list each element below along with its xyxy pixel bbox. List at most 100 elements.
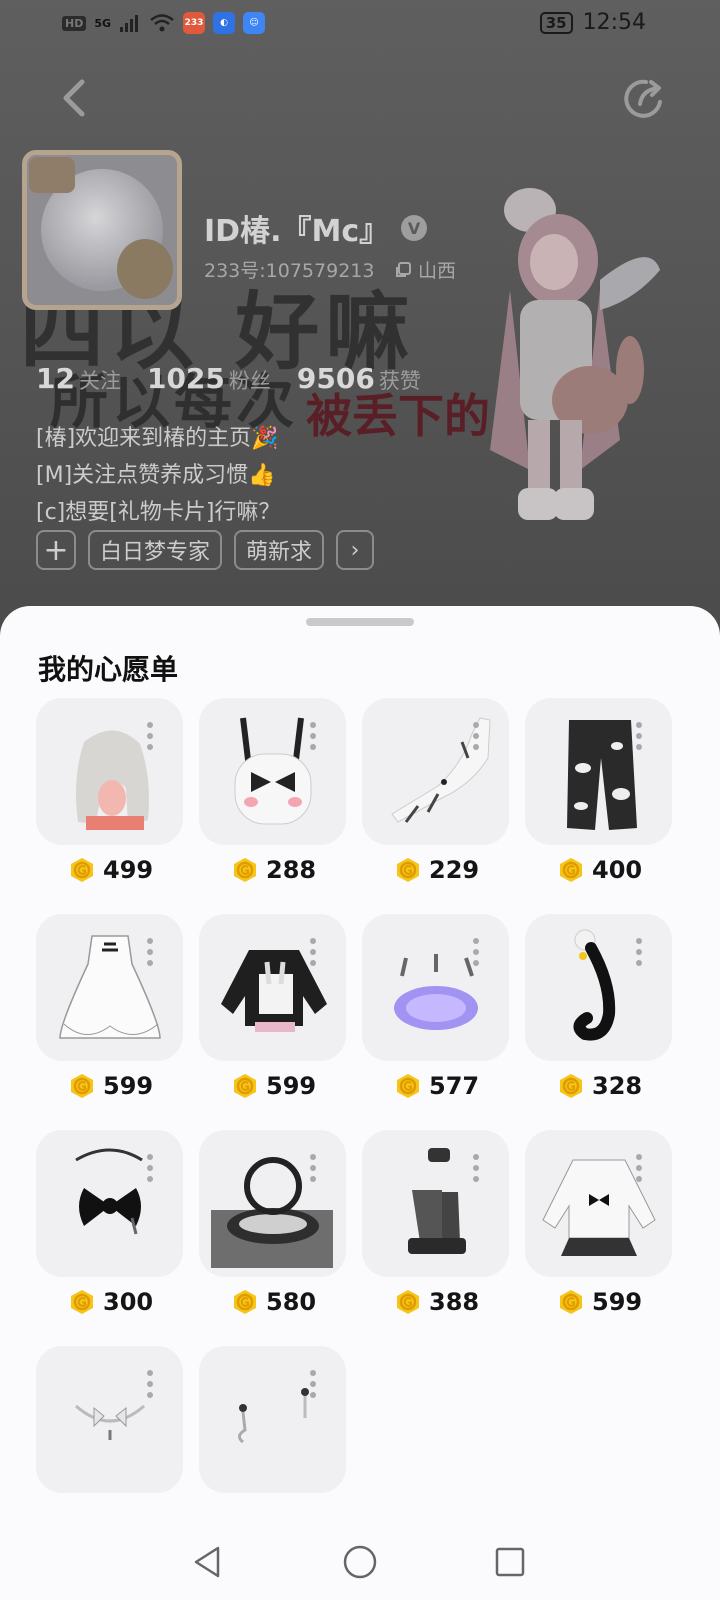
more-options-icon[interactable] <box>310 1370 318 1400</box>
bio: [椿]欢迎来到椿的主页🎉 [M]关注点赞养成习惯👍 [c]想要[礼物卡片]行嘛？ <box>36 420 280 531</box>
avatar-frame-sticker <box>117 239 173 299</box>
g-coin-icon <box>234 1074 256 1098</box>
nav-recents-icon[interactable] <box>494 1546 526 1578</box>
wishlist-item[interactable]: 580 <box>199 1130 346 1316</box>
more-options-icon[interactable] <box>310 722 318 752</box>
following-count[interactable]: 12 <box>36 362 75 395</box>
price-value: 229 <box>429 856 480 884</box>
wishlist-item-thumbnail[interactable] <box>525 698 672 845</box>
more-options-icon[interactable] <box>473 722 481 752</box>
more-options-icon[interactable] <box>473 1154 481 1184</box>
system-nav-bar <box>0 1526 720 1600</box>
wishlist-item-thumbnail[interactable] <box>525 1130 672 1277</box>
tag-chip[interactable]: 萌新求 <box>234 530 325 570</box>
necklace-icon <box>75 1404 145 1440</box>
more-options-icon[interactable] <box>147 938 155 968</box>
app-browser-icon: ◐ <box>213 12 236 34</box>
status-right: 35 12:54 <box>539 10 646 35</box>
wishlist-item-thumbnail[interactable] <box>36 698 183 845</box>
item-price: 599 <box>558 1288 642 1316</box>
copy-icon[interactable] <box>394 261 412 279</box>
wishlist-item-thumbnail[interactable] <box>36 1346 183 1493</box>
price-value: 388 <box>429 1288 480 1316</box>
wishlist-item[interactable]: 599 <box>199 914 346 1100</box>
username: ID椿.『Mc』 V <box>204 206 428 250</box>
wishlist-item-thumbnail[interactable] <box>199 1346 346 1493</box>
wishlist-item[interactable]: 599 <box>36 914 183 1100</box>
share-icon[interactable] <box>622 76 668 122</box>
nav-home-icon[interactable] <box>342 1544 378 1580</box>
wishlist-item-thumbnail[interactable] <box>525 914 672 1061</box>
wishlist-item[interactable]: 288 <box>199 698 346 884</box>
more-options-icon[interactable] <box>636 1154 644 1184</box>
back-icon[interactable] <box>54 76 94 120</box>
more-options-icon[interactable] <box>147 1154 155 1184</box>
wishlist-item-thumbnail[interactable] <box>36 914 183 1061</box>
wishlist-item[interactable]: 300 <box>36 1130 183 1316</box>
g-coin-icon <box>397 1074 419 1098</box>
pants-icon <box>567 720 637 830</box>
avatar[interactable] <box>22 150 182 310</box>
more-options-icon[interactable] <box>310 1154 318 1184</box>
wishlist-item-thumbnail[interactable] <box>199 698 346 845</box>
profile-stats: 12 关注 1025 粉丝 9506 获赞 <box>36 362 447 395</box>
likes-label: 获赞 <box>378 369 421 393</box>
tail-icon <box>573 929 616 1041</box>
wishlist-item[interactable]: 328 <box>525 914 672 1100</box>
followers-count[interactable]: 1025 <box>147 362 225 395</box>
wishlist-item-thumbnail[interactable] <box>36 1130 183 1277</box>
g-coin-icon <box>71 1290 93 1314</box>
wishlist-item[interactable]: 577 <box>362 914 509 1100</box>
wishlist-item[interactable] <box>199 1346 346 1493</box>
g-coin-icon <box>560 858 582 882</box>
followers-label: 粉丝 <box>228 369 271 393</box>
sheet-title: 我的心愿单 <box>38 653 179 686</box>
jacket-icon <box>221 950 327 1032</box>
item-price: 288 <box>232 856 316 884</box>
g-coin-icon <box>560 1074 582 1098</box>
g-coin-icon <box>397 858 419 882</box>
nav-back-icon[interactable] <box>190 1544 226 1580</box>
more-options-icon[interactable] <box>636 722 644 752</box>
user-id[interactable]: 233号:107579213 <box>204 256 374 283</box>
likes-count: 9506 <box>296 362 375 395</box>
item-price: 229 <box>395 856 479 884</box>
app-assistant-icon: ☺ <box>243 12 266 34</box>
wishlist-item-thumbnail[interactable] <box>362 1130 509 1277</box>
sweater-skirt-icon <box>542 1159 656 1256</box>
wishlist-item-thumbnail[interactable] <box>362 698 509 845</box>
more-options-icon[interactable] <box>636 938 644 968</box>
price-value: 499 <box>103 856 154 884</box>
bio-line: [M]关注点赞养成习惯👍 <box>36 463 276 488</box>
wishlist-item-thumbnail[interactable] <box>199 914 346 1061</box>
dress-icon <box>59 935 161 1039</box>
price-value: 599 <box>592 1288 643 1316</box>
wishlist-item[interactable]: 499 <box>36 698 183 884</box>
wishlist-bottom-sheet: 我的心愿单 499 288 229 400 599 599 577 328 300 580 388 5… <box>0 606 720 1526</box>
hd-indicator: HD <box>62 15 87 31</box>
price-value: 300 <box>103 1288 154 1316</box>
item-price: 400 <box>558 856 642 884</box>
add-tag-button[interactable]: + <box>36 530 76 570</box>
wishlist-item[interactable]: 388 <box>362 1130 509 1316</box>
more-options-icon[interactable] <box>310 938 318 968</box>
tag-chip[interactable]: 白日梦专家 <box>88 530 223 570</box>
avatar-character-illustration <box>490 188 660 520</box>
location: 山西 <box>394 256 456 283</box>
wishlist-item[interactable]: 599 <box>525 1130 672 1316</box>
wishlist-item[interactable]: 229 <box>362 698 509 884</box>
price-value: 577 <box>429 1072 480 1100</box>
wishlist-item[interactable]: 400 <box>525 698 672 884</box>
item-price: 577 <box>395 1072 479 1100</box>
bio-line: [椿]欢迎来到椿的主页🎉 <box>36 426 279 451</box>
wishlist-item-thumbnail[interactable] <box>362 914 509 1061</box>
wishlist-item-thumbnail[interactable] <box>199 1130 346 1277</box>
more-options-icon[interactable] <box>147 722 155 752</box>
battery-indicator: 35 <box>539 11 573 34</box>
g-coin-icon <box>397 1290 419 1314</box>
sheet-drag-handle[interactable] <box>306 618 414 626</box>
chevron-right-icon[interactable]: › <box>336 530 375 570</box>
wishlist-item[interactable] <box>36 1346 183 1493</box>
more-options-icon[interactable] <box>473 938 481 968</box>
more-options-icon[interactable] <box>147 1370 155 1400</box>
